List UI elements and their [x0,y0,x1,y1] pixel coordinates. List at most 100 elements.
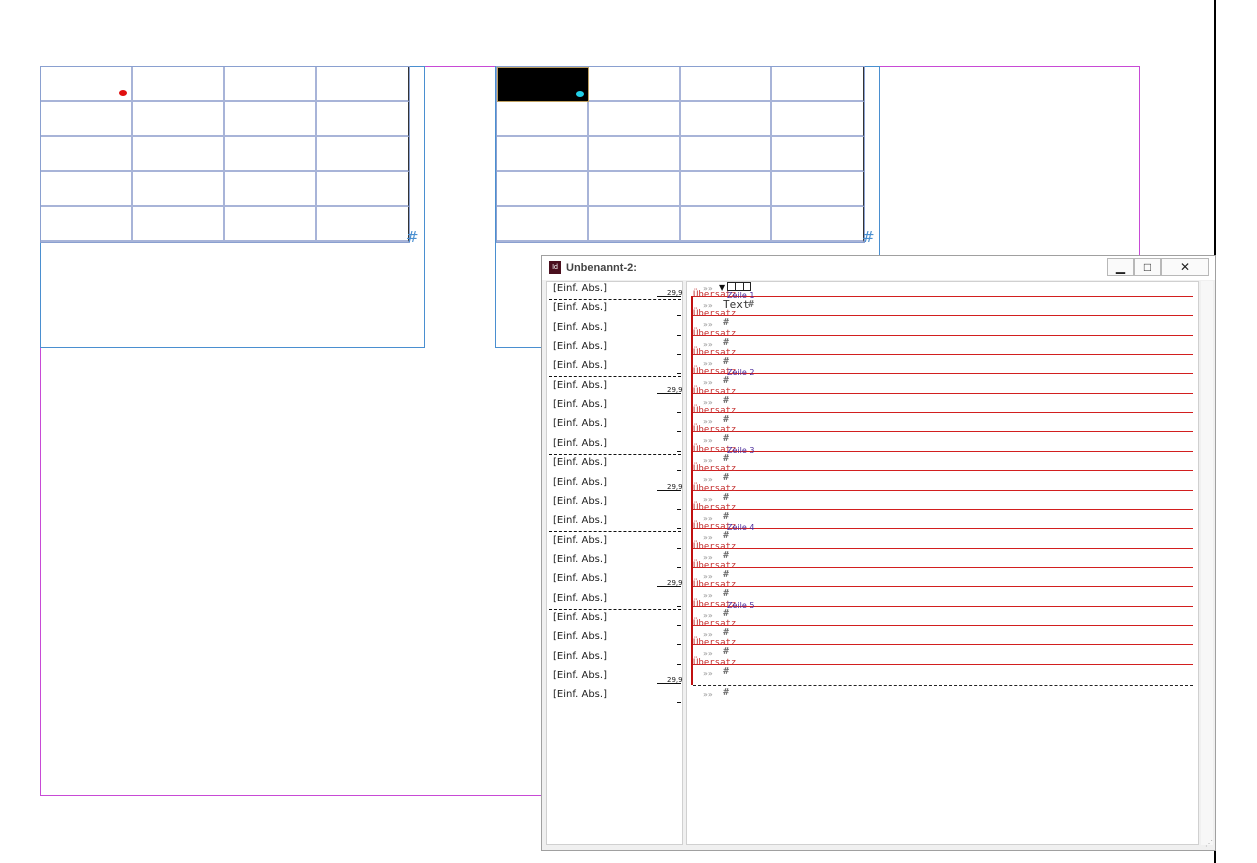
left-table-cell[interactable] [317,137,409,172]
left-table[interactable] [40,66,410,243]
paragraph-style-label[interactable]: [Einf. Abs.] [553,651,607,670]
paragraph-style-label[interactable]: [Einf. Abs.] [553,535,607,554]
paragraph-style-label[interactable]: [Einf. Abs.] [553,496,607,515]
right-table-cell[interactable] [680,137,773,172]
depth-rule [677,644,681,646]
right-table-cell[interactable] [772,102,864,137]
story-editor-window[interactable]: Id Unbenannt-2: ▁ □ ✕ [Einf. Abs.] 29,9 [E… [541,255,1216,851]
left-table-cell[interactable] [225,137,317,172]
right-table-cell[interactable] [680,102,773,137]
overset-label: Übersatz [693,618,737,629]
left-table-cell[interactable] [225,207,317,242]
right-table[interactable] [496,66,865,243]
left-table-cell[interactable] [41,207,133,242]
paragraph-chevron-icon: »» [703,533,713,543]
end-of-cell-icon: # [723,452,730,464]
paragraph-style-label[interactable]: [Einf. Abs.] [553,302,607,321]
end-of-cell-icon: # [723,375,730,387]
window-title: Unbenannt-2: [566,262,637,274]
overset-line [693,450,1193,452]
left-table-cell[interactable] [133,172,225,207]
paragraph-style-column[interactable]: [Einf. Abs.] 29,9 [Einf. Abs.] [Einf. Abs.]… [546,281,683,845]
resize-grip-icon[interactable]: ⋰ [1205,840,1213,848]
paragraph-style-label[interactable]: [Einf. Abs.] [553,631,607,650]
paragraph-style-label[interactable]: [Einf. Abs.] [553,341,607,360]
end-of-cell-icon: # [723,549,730,561]
paragraph-style-label[interactable]: [Einf. Abs.] [553,418,607,437]
end-of-cell-icon: # [723,414,730,426]
left-table-cell[interactable] [41,67,133,102]
overset-line [693,566,1193,568]
overset-label: Übersatz [693,348,737,359]
paragraph-style-label[interactable]: [Einf. Abs.] [553,380,607,399]
right-table-cell[interactable] [772,172,864,207]
paragraph-style-label[interactable]: [Einf. Abs.] [553,322,607,341]
left-table-cell[interactable] [317,102,409,137]
right-table-cell[interactable] [497,137,589,172]
overset-line [693,431,1193,433]
story-text-pane[interactable]: »» ▼ Übersatz Zeile 1»» Text # Übersatz»» # Über… [686,281,1199,845]
overset-label: Übersatz [693,464,737,475]
depth-rule [677,354,681,356]
left-table-cell[interactable] [225,67,317,102]
paragraph-style-label[interactable]: [Einf. Abs.] [553,457,607,476]
overset-line [693,586,1193,588]
right-table-cell[interactable] [680,172,773,207]
row-label: Zeile 5 [727,600,755,610]
left-table-cell[interactable] [133,102,225,137]
right-table-cell[interactable] [772,137,864,172]
overset-label: Übersatz [693,657,737,668]
paragraph-style-label[interactable]: [Einf. Abs.] [553,399,607,418]
close-button[interactable]: ✕ [1161,258,1209,276]
left-frame-end-mark: # [406,228,419,246]
paragraph-chevron-icon: »» [703,591,713,601]
left-table-cell[interactable] [41,102,133,137]
paragraph-style-label[interactable]: [Einf. Abs.] [553,612,607,631]
left-table-cell[interactable] [225,172,317,207]
overset-line [693,296,1193,297]
overset-label: Übersatz [693,560,737,571]
left-table-cell[interactable] [41,137,133,172]
row-label: Zeile 4 [727,523,755,533]
depth-rule [657,586,681,588]
right-table-cell[interactable] [680,67,773,102]
paragraph-style-label[interactable]: [Einf. Abs.] [553,670,607,689]
left-table-cell[interactable] [133,207,225,242]
minimize-button[interactable]: ▁ [1107,258,1134,276]
paragraph-chevron-icon: »» [703,690,713,699]
paragraph-chevron-icon: »» [703,320,713,330]
left-table-cell[interactable] [317,67,409,102]
right-table-cell[interactable] [588,67,681,102]
right-table-cell[interactable] [588,172,681,207]
overset-line [693,334,1193,336]
right-table-cell[interactable] [497,172,589,207]
title-bar[interactable]: Id Unbenannt-2: ▁ □ ✕ [542,256,1215,280]
paragraph-chevron-icon: »» [703,475,713,485]
right-table-cell[interactable] [772,207,864,242]
end-of-cell-icon: # [723,626,730,638]
right-table-cell[interactable] [497,67,589,102]
vertical-scrollbar[interactable] [1201,281,1213,845]
left-table-cell[interactable] [133,67,225,102]
paragraph-style-label[interactable]: [Einf. Abs.] [553,477,607,496]
right-table-cell[interactable] [588,207,681,242]
paragraph-style-label[interactable]: [Einf. Abs.] [553,554,607,573]
right-table-cell[interactable] [772,67,864,102]
maximize-button[interactable]: □ [1134,258,1161,276]
paragraph-style-label[interactable]: [Einf. Abs.] [553,689,607,708]
left-table-cell[interactable] [317,172,409,207]
right-table-cell[interactable] [497,102,589,137]
right-table-cell[interactable] [588,102,681,137]
overset-line [693,547,1193,549]
overset-label: Übersatz [693,406,737,417]
left-table-cell[interactable] [41,172,133,207]
right-table-cell[interactable] [680,207,773,242]
paragraph-style-label[interactable]: [Einf. Abs.] [553,573,607,592]
left-table-cell[interactable] [133,137,225,172]
right-table-cell[interactable] [588,137,681,172]
left-table-cell[interactable] [225,102,317,137]
right-table-cell[interactable] [497,207,589,242]
overset-line [693,644,1193,646]
left-table-cell[interactable] [317,207,409,242]
overset-line [693,605,1193,607]
